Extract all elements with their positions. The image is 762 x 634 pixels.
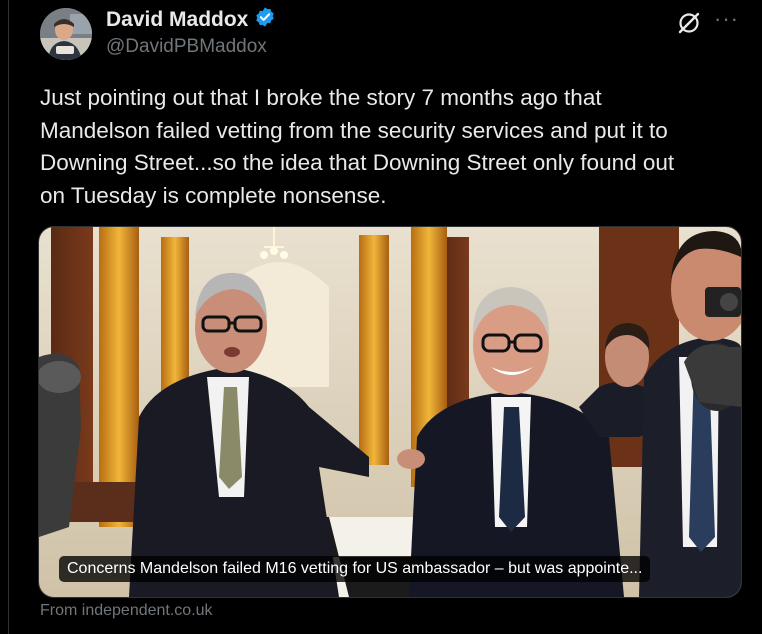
tweet[interactable]: David Maddox @DavidPBMaddox ··· Just poi… [0, 0, 762, 634]
author-name[interactable]: David Maddox [106, 8, 248, 32]
card-source[interactable]: From independent.co.uk [40, 602, 213, 620]
tweet-text-line: on Tuesday is complete nonsense. [40, 182, 387, 208]
tweet-text-line: Mandelson failed vetting from the securi… [40, 117, 668, 143]
tweet-text-line: Downing Street...so the idea that Downin… [40, 150, 675, 175]
card-caption[interactable]: Concerns Mandelson failed M16 vetting fo… [59, 556, 651, 582]
tweet-text-line: Just pointing out that I broke the story… [40, 85, 602, 110]
verified-badge-icon [254, 6, 276, 33]
tweet-text: Just pointing out that I broke the story… [40, 82, 752, 212]
author-handle[interactable]: @DavidPBMaddox [106, 36, 267, 58]
thread-divider [8, 0, 9, 634]
avatar[interactable] [40, 8, 92, 60]
link-card[interactable]: Concerns Mandelson failed M16 vetting fo… [38, 226, 742, 598]
grok-icon[interactable] [676, 10, 702, 36]
article-photo [39, 227, 741, 597]
more-icon[interactable]: ··· [714, 6, 739, 32]
